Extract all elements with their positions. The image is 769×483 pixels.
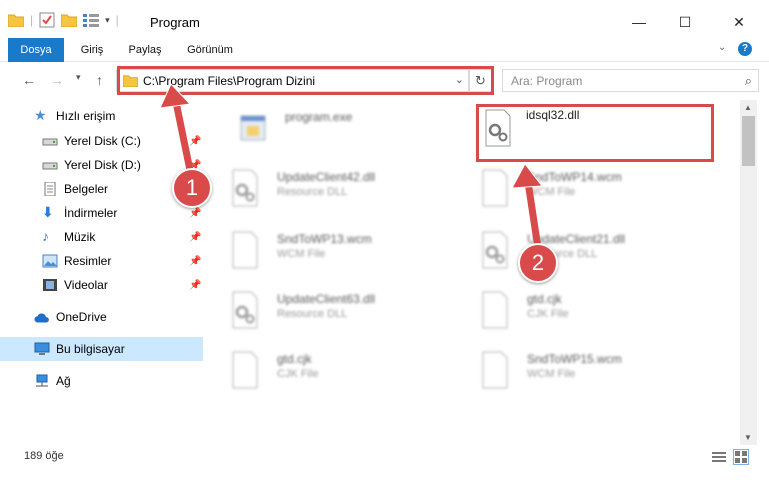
callout-1: 1 [172,168,212,208]
arrow-1 [159,83,196,184]
annotation-arrows [159,83,543,252]
arrow-2 [511,163,543,252]
callout-2: 2 [518,243,558,283]
